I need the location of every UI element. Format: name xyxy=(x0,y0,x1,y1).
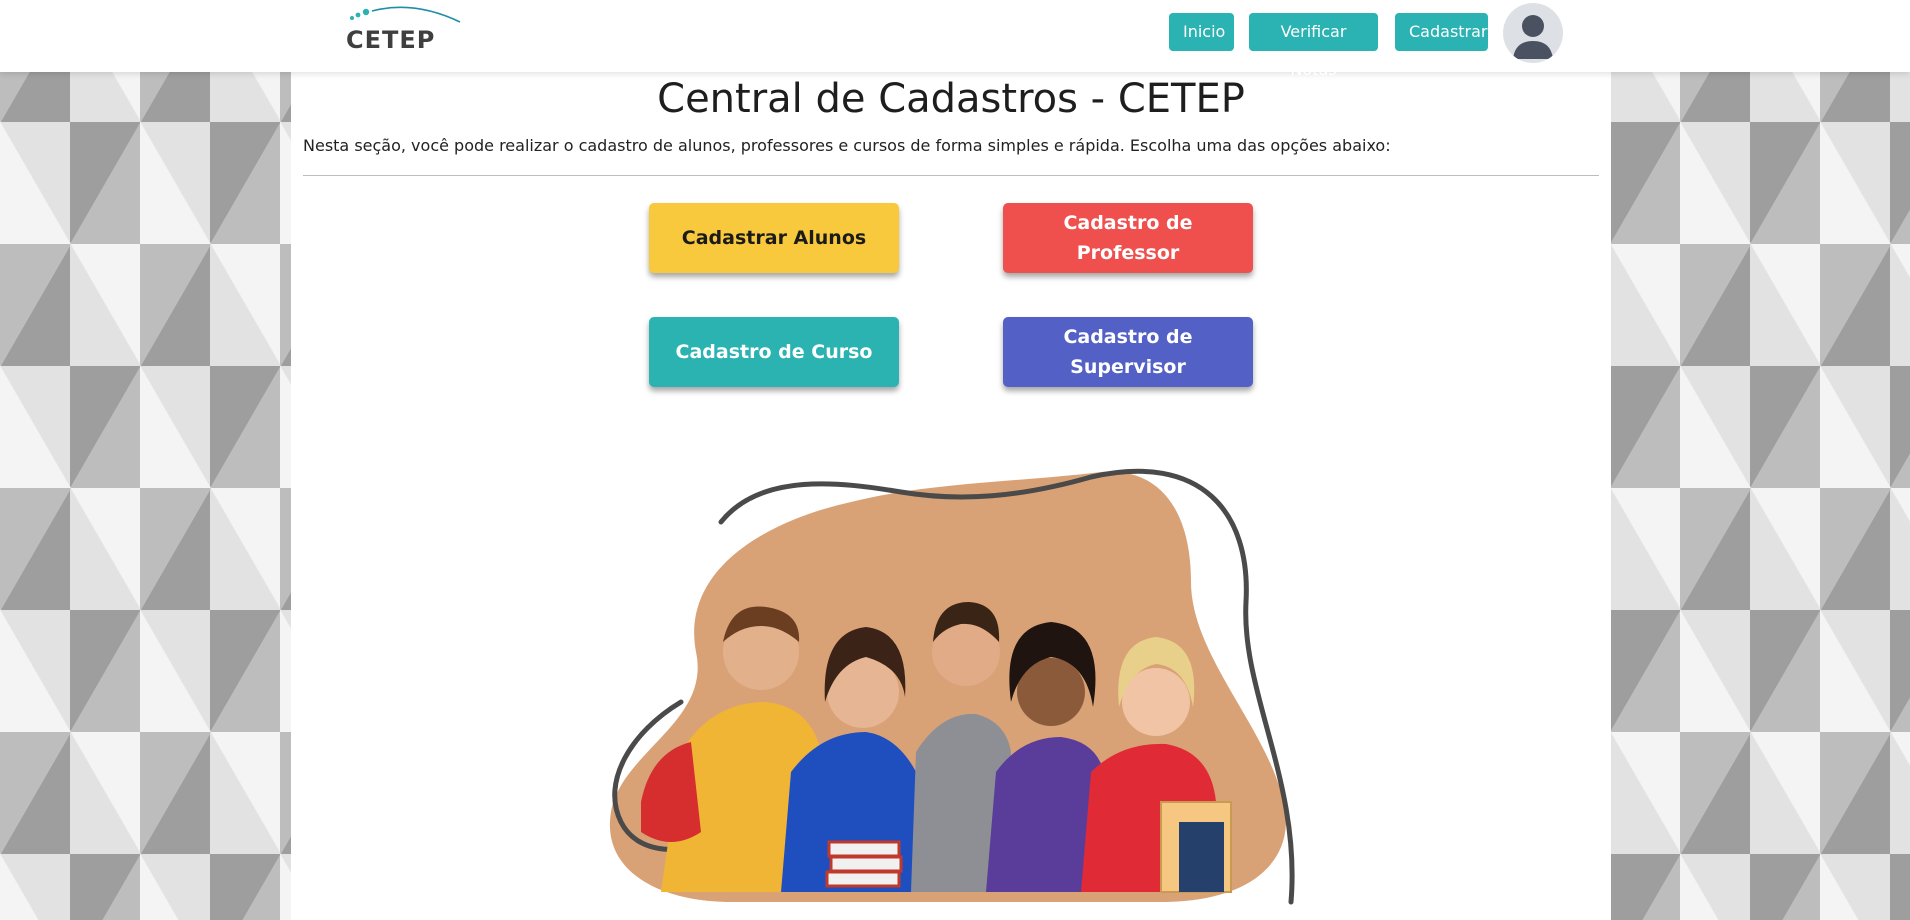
main-panel: Central de Cadastros - CETEP Nesta seção… xyxy=(291,72,1611,920)
nav-cadastrar-button[interactable]: Cadastrar xyxy=(1395,13,1488,51)
cadastro-supervisor-button[interactable]: Cadastro de Supervisor xyxy=(1003,317,1253,387)
user-avatar-icon[interactable] xyxy=(1503,3,1563,63)
cadastrar-alunos-button[interactable]: Cadastrar Alunos xyxy=(649,203,899,273)
divider xyxy=(303,175,1599,176)
page-title: Central de Cadastros - CETEP xyxy=(657,76,1245,122)
intro-text: Nesta seção, você pode realizar o cadast… xyxy=(303,136,1391,155)
navbar: CETEP Inicio Verificar Notas Cadastrar xyxy=(0,0,1910,79)
students-illustration xyxy=(601,452,1321,912)
nav-inicio-button[interactable]: Inicio xyxy=(1169,13,1234,51)
nav-verificar-notas-button[interactable]: Verificar Notas xyxy=(1249,13,1378,79)
cadastro-professor-button[interactable]: Cadastro de Professor xyxy=(1003,203,1253,273)
cetep-logo[interactable]: CETEP xyxy=(344,4,470,54)
cadastro-curso-button[interactable]: Cadastro de Curso xyxy=(649,317,899,387)
logo-text: CETEP xyxy=(346,26,436,54)
